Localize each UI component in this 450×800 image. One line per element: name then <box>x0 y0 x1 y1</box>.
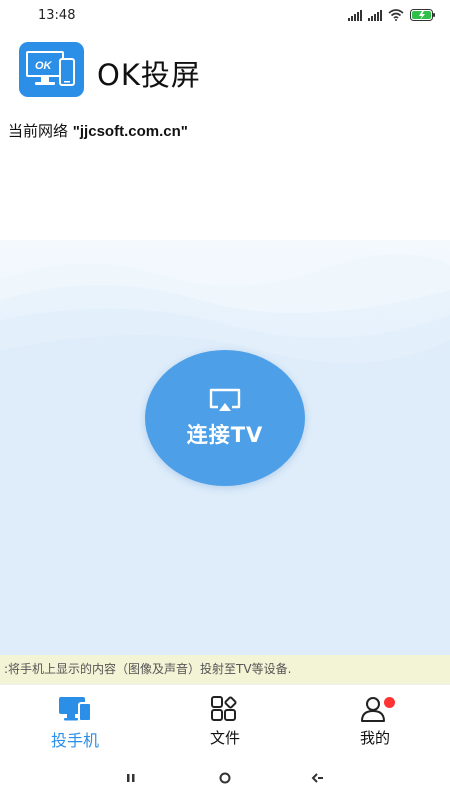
connect-tv-button[interactable]: 连接TV <box>145 350 305 486</box>
app-logo: OK <box>19 42 84 97</box>
notification-badge <box>384 697 395 708</box>
network-info: 当前网络 "jjcsoft.com.cn" <box>8 120 188 141</box>
bottom-nav: 投手机 文件 我的 <box>0 684 450 754</box>
signal-icon <box>368 9 382 21</box>
connect-tv-label: 连接TV <box>186 423 264 447</box>
battery-charging-icon <box>410 9 435 21</box>
recent-apps-button[interactable] <box>121 768 141 788</box>
status-time: 13:48 <box>38 8 76 23</box>
recent-apps-icon <box>127 774 135 782</box>
status-icons <box>348 9 436 21</box>
signal-icon <box>348 9 362 21</box>
nav-label-me: 我的 <box>359 729 390 747</box>
nav-tab-cast-phone[interactable]: 投手机 <box>0 685 150 755</box>
network-prefix: 当前网络 <box>8 122 73 140</box>
home-button[interactable] <box>215 768 235 788</box>
status-bar: 13:48 <box>0 0 450 32</box>
system-nav-bar <box>0 754 450 800</box>
nav-label-files: 文件 <box>209 729 240 747</box>
cast-icon <box>209 388 241 411</box>
file-grid-icon <box>211 696 237 721</box>
wifi-icon <box>388 9 404 21</box>
app-title: OK投屏 <box>97 58 201 92</box>
home-icon <box>219 772 231 784</box>
logo-text: OK <box>35 60 53 72</box>
nav-tab-files[interactable]: 文件 <box>150 685 300 755</box>
network-name: "jjcsoft.com.cn" <box>72 123 188 140</box>
screen-cast-icon <box>59 697 92 722</box>
nav-label-cast-phone: 投手机 <box>50 731 99 750</box>
back-button[interactable] <box>308 768 328 788</box>
monitor-phone-icon: OK <box>26 51 75 86</box>
back-icon <box>311 773 323 783</box>
nav-tab-me[interactable]: 我的 <box>300 685 450 755</box>
notice-marquee: :将手机上显示的内容（图像及声音）投射至TV等设备. <box>0 655 450 684</box>
notice-text: :将手机上显示的内容（图像及声音）投射至TV等设备. <box>4 662 292 676</box>
